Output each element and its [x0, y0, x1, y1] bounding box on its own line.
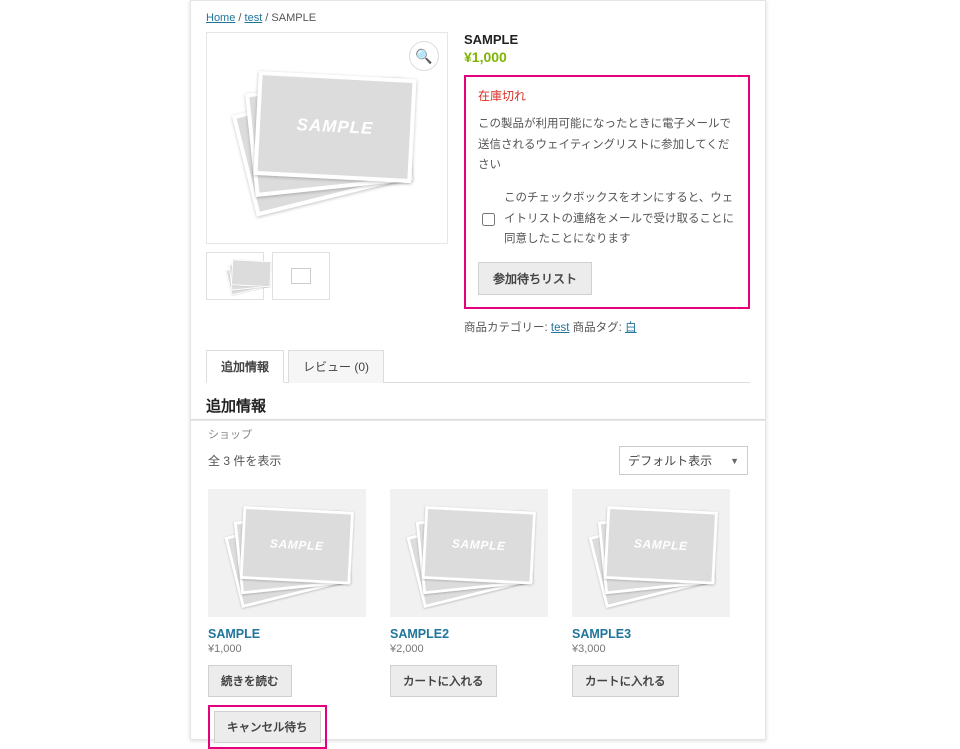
- result-count: 全 3 件を表示: [208, 452, 281, 469]
- product-card: SAMPLE SAMPLE ¥1,000 続きを読む キャンセル待ち: [208, 489, 366, 749]
- sort-select-label: デフォルト表示: [628, 452, 712, 469]
- product-main-image[interactable]: 🔍 SAMPLE: [206, 32, 448, 244]
- read-more-button[interactable]: 続きを読む: [208, 665, 292, 697]
- waitlist-description: この製品が利用可能になったときに電子メールで送信されるウェイティングリストに参加…: [478, 114, 736, 176]
- sort-select[interactable]: デフォルト表示 ▼: [619, 446, 748, 475]
- product-card-image[interactable]: SAMPLE: [208, 489, 366, 617]
- product-card-price: ¥2,000: [390, 643, 548, 655]
- product-card-image[interactable]: SAMPLE: [572, 489, 730, 617]
- product-card-price: ¥1,000: [208, 643, 366, 655]
- sample-image-stack: SAMPLE: [242, 73, 412, 203]
- chevron-down-icon: ▼: [730, 456, 739, 466]
- product-gallery: 🔍 SAMPLE: [206, 32, 446, 335]
- cancel-wait-highlight: キャンセル待ち: [208, 705, 327, 749]
- cancel-wait-button[interactable]: キャンセル待ち: [214, 711, 321, 743]
- product-summary: SAMPLE ¥1,000 在庫切れ この製品が利用可能になったときに電子メール…: [446, 32, 750, 335]
- breadcrumb-current: SAMPLE: [271, 12, 316, 24]
- shop-page-panel: ショップ 全 3 件を表示 デフォルト表示 ▼ SAMPLE SAMPLE ¥1…: [190, 420, 766, 740]
- product-meta: 商品カテゴリー: test 商品タグ: 白: [464, 319, 750, 335]
- tab-reviews[interactable]: レビュー (0): [288, 350, 384, 383]
- breadcrumb-home[interactable]: Home: [206, 12, 235, 24]
- product-price: ¥1,000: [464, 49, 750, 65]
- product-card-title[interactable]: SAMPLE3: [572, 627, 730, 641]
- add-to-cart-button[interactable]: カートに入れる: [390, 665, 497, 697]
- product-card-image[interactable]: SAMPLE: [390, 489, 548, 617]
- breadcrumb: Home / test / SAMPLE: [190, 0, 766, 24]
- product-page-panel: Home / test / SAMPLE 🔍 SAMPLE: [190, 0, 766, 420]
- tab-additional-info[interactable]: 追加情報: [206, 350, 284, 383]
- product-tabs: 追加情報 レビュー (0): [206, 349, 750, 383]
- product-card-title[interactable]: SAMPLE: [208, 627, 366, 641]
- waitlist-consent[interactable]: このチェックボックスをオンにすると、ウェイトリストの連絡をメールで受け取ることに…: [478, 188, 736, 250]
- meta-category-link[interactable]: test: [551, 322, 570, 334]
- product-title: SAMPLE: [464, 32, 750, 47]
- breadcrumb-category[interactable]: test: [245, 12, 263, 24]
- waitlist-consent-text: このチェックボックスをオンにすると、ウェイトリストの連絡をメールで受け取ることに…: [504, 188, 736, 250]
- gallery-thumb-2[interactable]: [272, 252, 330, 300]
- shop-heading: ショップ: [208, 426, 748, 442]
- stock-status: 在庫切れ: [478, 87, 736, 104]
- product-card: SAMPLE SAMPLE3 ¥3,000 カートに入れる: [572, 489, 730, 749]
- product-card: SAMPLE SAMPLE2 ¥2,000 カートに入れる: [390, 489, 548, 749]
- product-card-title[interactable]: SAMPLE2: [390, 627, 548, 641]
- meta-tag-link[interactable]: 白: [625, 322, 637, 334]
- gallery-thumb-1[interactable]: [206, 252, 264, 300]
- tab-content-heading: 追加情報: [206, 395, 750, 416]
- add-to-cart-button[interactable]: カートに入れる: [572, 665, 679, 697]
- join-waitlist-button[interactable]: 参加待ちリスト: [478, 262, 592, 295]
- product-grid: SAMPLE SAMPLE ¥1,000 続きを読む キャンセル待ち SAMPL…: [208, 489, 748, 749]
- product-card-price: ¥3,000: [572, 643, 730, 655]
- waitlist-consent-checkbox[interactable]: [482, 192, 495, 247]
- zoom-icon[interactable]: 🔍: [409, 41, 439, 71]
- waitlist-box: 在庫切れ この製品が利用可能になったときに電子メールで送信されるウェイティングリ…: [464, 75, 750, 309]
